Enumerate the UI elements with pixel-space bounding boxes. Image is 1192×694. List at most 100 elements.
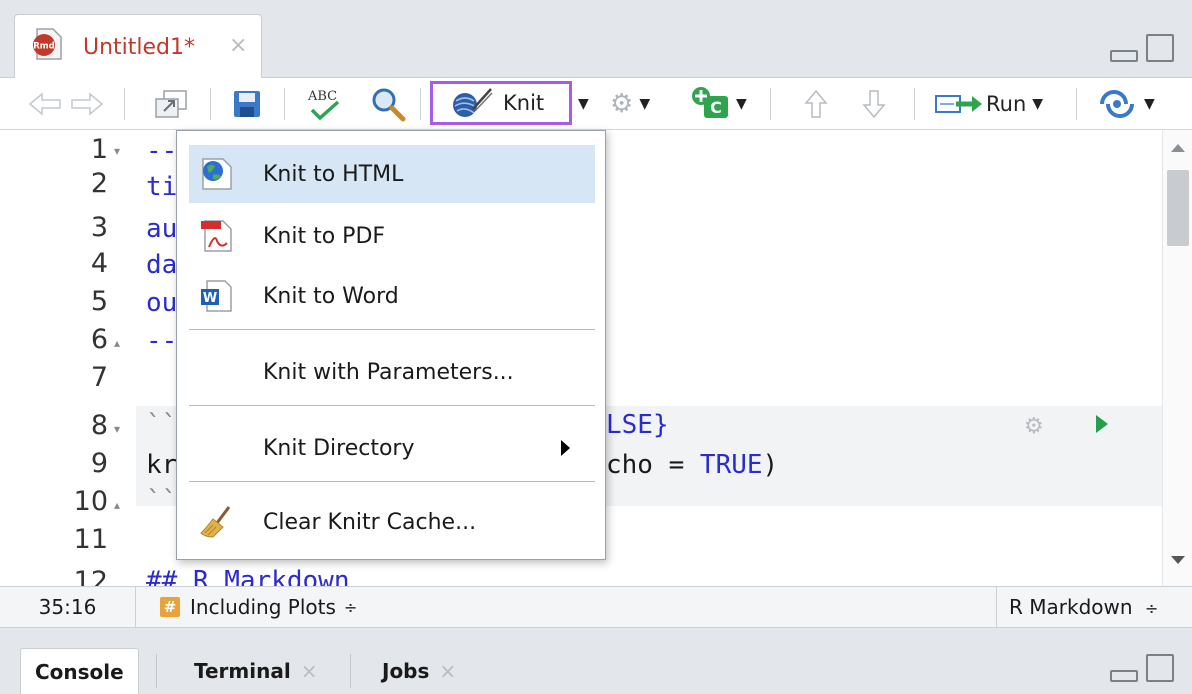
close-icon[interactable]: × [439, 659, 456, 683]
code-line: cho = TRUE) [606, 450, 778, 480]
html-globe-icon [202, 158, 232, 190]
toolbar-divider [124, 88, 125, 120]
toolbar-divider [420, 88, 421, 120]
knit-dropdown-menu: Knit to HTML Knit to PDF W Knit to Word … [176, 130, 606, 560]
minimize-icon[interactable] [1110, 50, 1138, 62]
show-in-new-window-button[interactable] [154, 86, 190, 122]
chunk-options-gear-icon[interactable]: ⚙ [1024, 414, 1044, 439]
menu-item-label: Knit to PDF [263, 223, 386, 249]
fold-icon[interactable]: ▴ [114, 498, 120, 512]
menu-item-knit-to-pdf[interactable]: Knit to PDF [189, 207, 595, 265]
submenu-arrow-icon [561, 440, 570, 456]
run-chunk-icon[interactable] [1096, 415, 1108, 433]
arrow-up-icon [804, 89, 828, 118]
menu-item-knit-directory[interactable]: Knit Directory [189, 419, 595, 477]
insert-chunk-text: C [710, 98, 722, 117]
file-type-label: R Markdown [1009, 595, 1133, 619]
code-token: cho = [606, 450, 700, 480]
code-line: `` [146, 410, 178, 440]
console-pane-tabs: Console Terminal × Jobs × [0, 640, 1192, 694]
word-icon: W [201, 280, 232, 312]
chevron-down-icon: ▼ [639, 96, 651, 112]
maximize-icon[interactable] [1146, 654, 1174, 682]
tab-divider [350, 654, 351, 688]
tab-divider [156, 654, 157, 688]
menu-item-knit-to-html[interactable]: Knit to HTML [189, 145, 595, 203]
section-hash-icon: # [160, 597, 180, 617]
scrollbar-thumb[interactable] [1167, 170, 1189, 246]
close-icon[interactable]: × [229, 33, 247, 58]
toolbar-divider [770, 88, 771, 120]
line-number: 5 [90, 286, 108, 317]
forward-button[interactable] [70, 86, 104, 122]
run-lines-icon [935, 95, 982, 113]
rmd-file-icon: Rmd [33, 28, 62, 60]
menu-item-label: Knit Directory [263, 435, 415, 461]
menu-separator [189, 329, 595, 330]
tab-label: Terminal [194, 659, 291, 683]
run-button[interactable]: Run ▼ [934, 86, 1043, 122]
tab-label: Console [35, 659, 124, 684]
maximize-icon[interactable] [1146, 34, 1174, 62]
pdf-icon [201, 220, 232, 252]
knit-dropdown-button[interactable]: ▼ [572, 86, 589, 122]
file-type-selector[interactable]: R Markdown ÷ [996, 587, 1192, 627]
source-tab-untitled1[interactable]: Rmd Untitled1* × [14, 14, 262, 78]
editor-vertical-scrollbar[interactable] [1162, 130, 1192, 586]
code-line: au [146, 214, 178, 244]
knit-label: Knit [503, 91, 545, 115]
tab-terminal[interactable]: Terminal × [180, 648, 331, 694]
code-line: LSE} [606, 410, 669, 440]
publish-button[interactable]: ▼ [1098, 86, 1155, 122]
code-line: ou [146, 288, 178, 318]
menu-item-label: Knit to HTML [263, 161, 404, 187]
fold-icon[interactable]: ▾ [114, 144, 120, 158]
section-navigator[interactable]: # Including Plots ÷ [160, 587, 357, 627]
word-icon-letter: W [203, 291, 217, 306]
tab-jobs[interactable]: Jobs × [368, 648, 470, 694]
scroll-up-icon[interactable] [1171, 144, 1185, 152]
minimize-icon[interactable] [1110, 670, 1138, 682]
fold-icon[interactable]: ▴ [114, 336, 120, 350]
popout-window-icon [155, 90, 187, 118]
code-token: ) [762, 450, 779, 480]
find-replace-button[interactable] [370, 86, 406, 122]
line-number: 9 [90, 448, 108, 479]
editor-statusbar: 35:16 # Including Plots ÷ R Markdown ÷ [0, 586, 1192, 628]
menu-item-knit-to-word[interactable]: W Knit to Word [189, 267, 595, 325]
back-button[interactable] [28, 86, 62, 122]
toolbar-divider [284, 88, 285, 120]
tab-console[interactable]: Console [20, 648, 139, 694]
insert-chunk-button[interactable]: C ▼ [690, 86, 747, 122]
code-line: kr [146, 450, 178, 480]
next-section-button[interactable] [862, 86, 886, 122]
updown-caret-icon: ÷ [343, 597, 358, 617]
menu-item-knit-with-parameters[interactable]: Knit with Parameters... [189, 343, 595, 401]
spellcheck-button[interactable]: ABC [304, 86, 346, 122]
spellcheck-icon: ABC [307, 89, 340, 121]
chevron-down-icon: ▼ [578, 96, 589, 112]
close-icon[interactable]: × [301, 659, 318, 683]
menu-item-clear-knitr-cache[interactable]: Clear Knitr Cache... [189, 493, 595, 551]
previous-section-button[interactable] [804, 86, 828, 122]
tab-label: Jobs [382, 659, 430, 683]
code-line: ti [146, 172, 178, 202]
fold-icon[interactable]: ▾ [114, 422, 120, 436]
output-options-button[interactable]: ⚙ ▼ [610, 86, 650, 122]
save-button[interactable] [232, 86, 262, 122]
code-line: -- [146, 326, 178, 356]
line-number: 1 [90, 134, 108, 165]
updown-caret-icon: ÷ [1144, 599, 1159, 618]
line-number: 7 [90, 362, 108, 393]
line-number: 12 [73, 566, 108, 586]
rmd-icon-text: Rmd [33, 42, 55, 52]
insert-code-chunk-icon: C [692, 87, 728, 118]
pane-splitter[interactable] [0, 628, 1192, 640]
knit-yarn-icon [453, 88, 493, 117]
arrow-left-icon [28, 92, 61, 116]
menu-item-label: Knit to Word [263, 283, 399, 309]
knit-button[interactable]: Knit [430, 81, 572, 125]
broom-icon [200, 506, 231, 538]
toolbar-divider [210, 88, 211, 120]
scroll-down-icon[interactable] [1171, 556, 1185, 564]
